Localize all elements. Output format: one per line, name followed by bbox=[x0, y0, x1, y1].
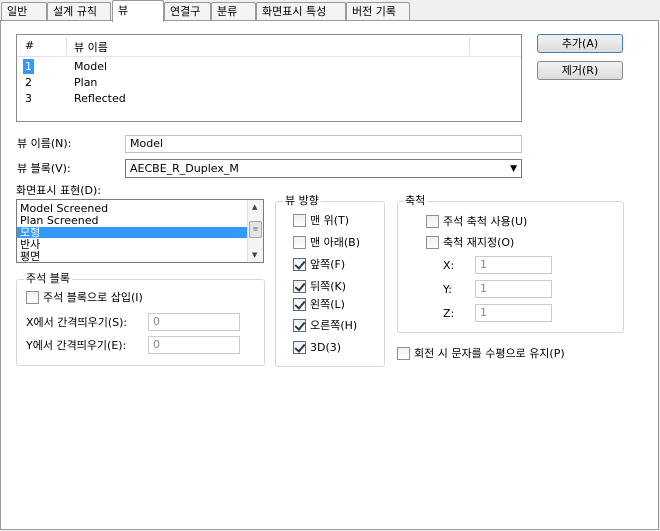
scale-z-field[interactable]: 1 bbox=[475, 304, 552, 322]
scroll-up-icon[interactable]: ▲ bbox=[252, 203, 257, 211]
checkbox-label: 왼쪽(L) bbox=[310, 298, 345, 311]
checkbox-box[interactable] bbox=[293, 298, 306, 311]
checkbox-box[interactable] bbox=[293, 236, 306, 249]
checkbox-label: 주석 축척 사용(U) bbox=[443, 215, 528, 228]
checkbox-box[interactable] bbox=[293, 258, 306, 271]
column-header-number[interactable]: # bbox=[25, 39, 34, 52]
remove-button[interactable]: 제거(R) bbox=[537, 61, 623, 80]
x-offset-label: X에서 간격띄우기(S): bbox=[26, 316, 128, 329]
view-block-label: 뷰 블록(V): bbox=[17, 162, 71, 175]
row-view-name: Model bbox=[74, 60, 108, 73]
x-offset-field[interactable]: 0 bbox=[148, 313, 240, 331]
add-button[interactable]: 추가(A) bbox=[537, 34, 623, 53]
list-row[interactable]: 1 Model bbox=[17, 59, 521, 75]
row-view-name: Plan bbox=[74, 76, 98, 89]
list-item[interactable]: 모형 bbox=[17, 227, 247, 238]
checkbox-box[interactable] bbox=[293, 280, 306, 293]
direction-bottom-checkbox[interactable]: 맨 아래(B) bbox=[293, 236, 378, 250]
checkbox-box[interactable] bbox=[26, 291, 39, 304]
view-name-label: 뷰 이름(N): bbox=[17, 137, 72, 150]
checkbox-box[interactable] bbox=[293, 214, 306, 227]
y-offset-label: Y에서 간격띄우기(E): bbox=[26, 339, 127, 352]
checkbox-label: 회전 시 문자를 수평으로 유지(P) bbox=[414, 347, 565, 360]
view-name-field[interactable]: Model bbox=[125, 135, 522, 153]
chevron-down-icon[interactable]: ▼ bbox=[510, 161, 517, 178]
scroll-down-icon[interactable]: ▼ bbox=[252, 251, 257, 259]
list-item[interactable]: 평면 bbox=[17, 251, 247, 262]
checkbox-box[interactable] bbox=[426, 215, 439, 228]
checkbox-label: 주석 블록으로 삽입(I) bbox=[43, 291, 143, 304]
checkbox-label: 3D(3) bbox=[310, 341, 342, 354]
checkbox-box[interactable] bbox=[293, 319, 306, 332]
direction-back-checkbox[interactable]: 뒤쪽(K) bbox=[293, 280, 378, 294]
view-block-dropdown[interactable]: AECBE_R_Duplex_M ▼ bbox=[125, 159, 522, 178]
direction-3d-checkbox[interactable]: 3D(3) bbox=[293, 341, 378, 355]
list-row[interactable]: 2 Plan bbox=[17, 75, 521, 91]
insert-as-annotation-checkbox[interactable]: 주석 블록으로 삽입(I) bbox=[26, 291, 226, 305]
views-list-header: # 뷰 이름 bbox=[17, 35, 521, 57]
list-item[interactable]: Model Screened bbox=[17, 203, 247, 214]
annotation-block-title: 주석 블록 bbox=[24, 272, 72, 285]
view-direction-title: 뷰 방향 bbox=[283, 194, 321, 207]
views-list[interactable]: # 뷰 이름 1 Model 2 Plan 3 Reflected bbox=[16, 34, 522, 122]
checkbox-box[interactable] bbox=[397, 347, 410, 360]
display-rep-listbox[interactable]: Model Screened Plan Screened 모형 반사 평면 ▲ … bbox=[16, 199, 264, 263]
y-offset-field[interactable]: 0 bbox=[148, 336, 240, 354]
direction-front-checkbox[interactable]: 앞쪽(F) bbox=[293, 258, 378, 272]
rescale-checkbox[interactable]: 축척 재지정(O) bbox=[426, 236, 616, 250]
scale-x-label: X: bbox=[443, 259, 455, 272]
direction-left-checkbox[interactable]: 왼쪽(L) bbox=[293, 298, 378, 312]
scale-z-label: Z: bbox=[443, 307, 455, 320]
column-header-view-name[interactable]: 뷰 이름 bbox=[74, 39, 108, 55]
use-annotation-scale-checkbox[interactable]: 주석 축척 사용(U) bbox=[426, 215, 616, 229]
display-rep-scrollbar[interactable]: ▲ ≡ ▼ bbox=[247, 200, 263, 262]
checkbox-label: 축척 재지정(O) bbox=[443, 236, 515, 249]
direction-top-checkbox[interactable]: 맨 위(T) bbox=[293, 214, 378, 228]
keep-text-horizontal-checkbox[interactable]: 회전 시 문자를 수평으로 유지(P) bbox=[397, 347, 627, 361]
row-number: 3 bbox=[25, 92, 32, 105]
scale-x-field[interactable]: 1 bbox=[475, 256, 552, 274]
display-rep-label: 화면표시 표현(D): bbox=[16, 184, 101, 197]
list-row[interactable]: 3 Reflected bbox=[17, 91, 521, 107]
row-view-name: Reflected bbox=[74, 92, 126, 105]
checkbox-label: 앞쪽(F) bbox=[310, 258, 346, 271]
checkbox-box[interactable] bbox=[293, 341, 306, 354]
scroll-thumb[interactable]: ≡ bbox=[249, 221, 262, 238]
checkbox-label: 오른쪽(H) bbox=[310, 319, 358, 332]
row-number: 2 bbox=[25, 76, 32, 89]
scale-y-label: Y: bbox=[443, 283, 452, 296]
checkbox-label: 뒤쪽(K) bbox=[310, 280, 347, 293]
scale-title: 축척 bbox=[403, 194, 428, 207]
checkbox-label: 맨 아래(B) bbox=[310, 236, 360, 249]
view-block-value: AECBE_R_Duplex_M bbox=[130, 162, 239, 175]
checkbox-box[interactable] bbox=[426, 236, 439, 249]
list-item[interactable]: 반사 bbox=[17, 239, 247, 250]
checkbox-label: 맨 위(T) bbox=[310, 214, 350, 227]
direction-right-checkbox[interactable]: 오른쪽(H) bbox=[293, 319, 378, 333]
scale-y-field[interactable]: 1 bbox=[475, 280, 552, 298]
row-number: 1 bbox=[23, 59, 34, 74]
list-item[interactable]: Plan Screened bbox=[17, 215, 247, 226]
